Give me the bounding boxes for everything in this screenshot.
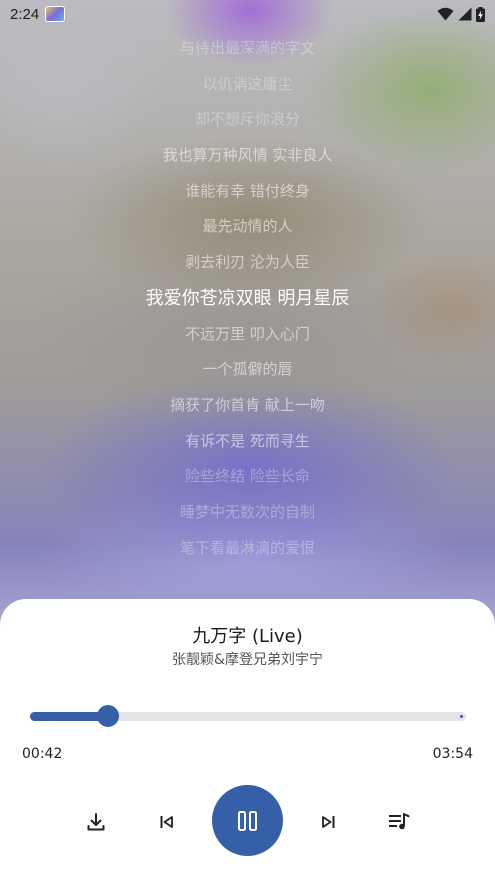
artist-name: 张靓颖&摩登兄弟刘宇宁 bbox=[172, 652, 323, 668]
progress-end-dot bbox=[460, 715, 463, 718]
lyric-line[interactable]: 有诉不是 死而寻生 bbox=[185, 424, 310, 460]
lyric-line[interactable]: 一个孤僻的唇 bbox=[202, 352, 292, 388]
lyrics-list[interactable]: 与待出最深满的字文 以讥诮这庸尘 却不想斥你浪分 我也算万种风情 实非良人 谁能有幸 错… bbox=[0, 31, 495, 566]
player-sheet: 九万字 (Live) 张靓颖&摩登兄弟刘宇宁 00:42 03:54 bbox=[0, 599, 495, 880]
playlist-icon bbox=[389, 813, 410, 830]
status-bar: 2:24 bbox=[0, 0, 495, 28]
lyric-line[interactable]: 最先动情的人 bbox=[202, 209, 292, 245]
status-time: 2:24 bbox=[10, 5, 40, 23]
playback-controls bbox=[0, 785, 495, 859]
lyric-line[interactable]: 不远万里 叩入心门 bbox=[185, 317, 310, 353]
lyric-line[interactable]: 谁能有幸 错付终身 bbox=[185, 174, 310, 210]
skip-next-icon bbox=[322, 816, 335, 828]
lyric-line[interactable]: 剥去利刃 沦为人臣 bbox=[185, 245, 310, 281]
lyric-line[interactable]: 摘获了你首肯 献上一吻 bbox=[170, 388, 325, 424]
progress-thumb[interactable] bbox=[97, 705, 120, 727]
wifi-icon bbox=[437, 7, 454, 21]
lyric-line-current[interactable]: 我爱你苍凉双眼 明月星辰 bbox=[146, 281, 350, 317]
previous-button[interactable] bbox=[147, 802, 187, 842]
download-icon bbox=[87, 813, 105, 831]
song-title: 九万字 (Live) bbox=[192, 626, 303, 647]
lyric-line[interactable]: 笔下看最淋漓的爱恨 bbox=[180, 531, 315, 567]
current-time: 00:42 bbox=[22, 746, 63, 762]
progress-slider[interactable] bbox=[30, 705, 466, 727]
battery-icon bbox=[476, 6, 485, 22]
pause-icon bbox=[237, 810, 257, 831]
playlist-button[interactable] bbox=[379, 802, 419, 842]
lyric-line[interactable]: 与待出最深满的字文 bbox=[180, 31, 315, 67]
download-button[interactable] bbox=[76, 802, 116, 842]
cellular-signal-icon bbox=[458, 7, 472, 21]
lyric-line[interactable]: 却不想斥你浪分 bbox=[195, 102, 300, 138]
lyric-line[interactable]: 险些终结 险些长命 bbox=[185, 459, 310, 495]
total-time: 03:54 bbox=[432, 746, 473, 762]
lyric-line[interactable]: 我也算万种风情 实非良人 bbox=[163, 138, 333, 174]
next-button[interactable] bbox=[308, 802, 348, 842]
lyric-line[interactable]: 睡梦中无数次的自制 bbox=[180, 495, 315, 531]
play-pause-button[interactable] bbox=[212, 785, 283, 856]
app-notification-icon bbox=[45, 6, 66, 22]
lyric-line[interactable]: 以讥诮这庸尘 bbox=[202, 67, 292, 103]
skip-previous-icon bbox=[160, 816, 173, 828]
